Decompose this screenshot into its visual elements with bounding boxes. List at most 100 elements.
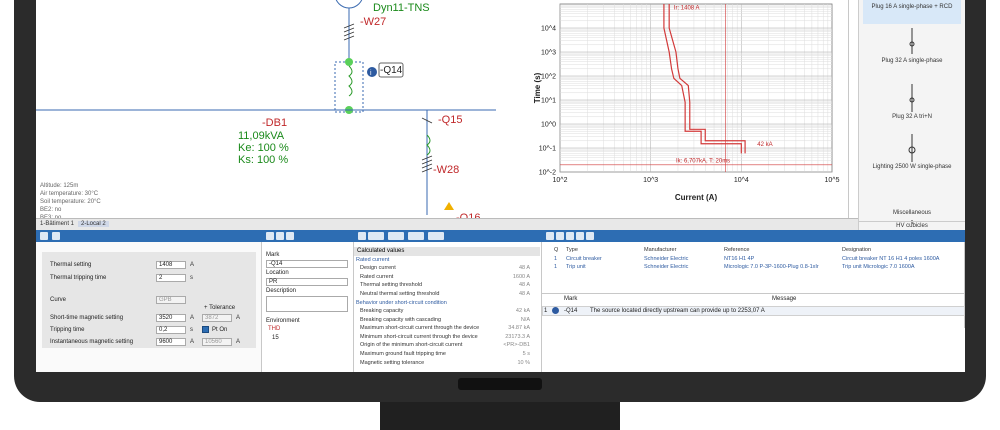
tripping-time-input[interactable]: 0,2 — [156, 326, 186, 334]
sc-row: Minimum short-circuit current through th… — [354, 334, 534, 342]
q14-label[interactable]: -Q14 — [380, 65, 402, 76]
tripping-time-label: Tripping time — [50, 327, 85, 333]
device-cell[interactable]: Trip unit Micrologic 7.0 1600A — [842, 264, 915, 270]
tripping-time-unit: s — [190, 327, 193, 333]
device-cell[interactable]: Schneider Electric — [644, 256, 688, 262]
edit-icon[interactable] — [266, 232, 274, 240]
rated-row: Design current 48 A — [354, 265, 534, 273]
x-tick-label: 10^5 — [825, 177, 840, 184]
rated-value: 48 A — [518, 265, 530, 271]
device-cell[interactable]: Trip unit — [566, 264, 586, 270]
db1-ke: Ke: 100 % — [238, 142, 289, 154]
device-cell[interactable]: NT16 H1 4P — [724, 256, 754, 262]
settings-icon[interactable] — [40, 232, 48, 240]
msg-col-mark: Mark — [564, 296, 578, 302]
device-cell[interactable]: Schneider Electric — [644, 264, 688, 270]
catalog-item-plug16-rcd[interactable]: Plug 16 A single-phase + RCD — [859, 4, 965, 11]
w27-label[interactable]: -W27 — [360, 16, 386, 28]
export-icon[interactable] — [566, 232, 574, 240]
close-icon[interactable] — [286, 232, 294, 240]
col-type: Type — [566, 247, 578, 253]
catalog-item-misc[interactable]: Miscellaneous — [859, 210, 965, 217]
q15-label[interactable]: -Q15 — [438, 114, 462, 126]
tolerance-label: + Tolerance — [204, 305, 236, 311]
y-tick-label: 10^4 — [541, 26, 556, 33]
catalog-item-hv[interactable]: HV cubicles — [859, 221, 965, 230]
col-manufacturer: Manufacturer — [644, 247, 677, 253]
mark-input[interactable]: -Q14 — [266, 260, 348, 268]
db1-label[interactable]: -DB1 — [262, 117, 287, 129]
sc-value: 5 s — [522, 351, 530, 357]
catalog-item-plug32-tri[interactable]: Plug 32 A tri+N — [859, 114, 965, 121]
pin-icon[interactable] — [276, 232, 284, 240]
catalog-item-lighting[interactable]: Lighting 2500 W single-phase — [859, 164, 965, 171]
calc-icon[interactable] — [358, 232, 366, 240]
properties-panel: Mark -Q14 Location PR Description Enviro… — [262, 242, 354, 372]
thd-label: THD — [268, 326, 281, 332]
location-input[interactable]: PR — [266, 278, 348, 286]
view-icon[interactable] — [368, 232, 384, 240]
sc-key: Origin of the minimum short-circuit curr… — [360, 342, 463, 349]
print-icon[interactable] — [576, 232, 584, 240]
short-time-input[interactable]: 3520 — [156, 314, 186, 322]
sc-value: 10 % — [517, 359, 530, 366]
link-icon[interactable] — [556, 232, 564, 240]
msg-row-text: The source located directly upstream can… — [590, 308, 765, 314]
tab-local-2[interactable]: 2-Local 2 — [78, 221, 109, 227]
sc-key: Magnetic setting tolerance — [360, 359, 425, 366]
x-tick-label: 10^4 — [734, 177, 749, 184]
environment-info: Altitude: 125m Air temperature: 30°C Soi… — [40, 182, 101, 222]
symbol-catalog[interactable]: Plug 16 A single-phase + RCD Plug 32 A s… — [858, 0, 965, 232]
sc-row: Breaking capacity with cascading N/A — [354, 317, 534, 325]
delete-icon[interactable] — [586, 232, 594, 240]
device-cell[interactable]: Micrologic 7.0 P-3P-1600-Plug 0.8-1xIr — [724, 264, 819, 270]
settings-toolbar — [36, 230, 262, 242]
db1-ks: Ks: 100 % — [238, 154, 289, 166]
device-cell: 1 — [554, 256, 558, 262]
instantaneous-label: Instantaneous magnetic setting — [50, 339, 134, 345]
catalog-symbols — [908, 28, 916, 224]
sc-value: <PR>-DB1 — [503, 342, 530, 349]
app-screen: i Dyn11-TNS -W27 -Q14 -Q15 -W28 -Q16 -DB… — [36, 0, 965, 372]
y-tick-label: 10^2 — [541, 74, 556, 81]
mark-label: Mark — [266, 252, 280, 258]
description-input[interactable] — [266, 296, 348, 312]
monitor-brand-plate — [458, 378, 542, 390]
messages-panel: Mark Message 1 -Q14 The source located d… — [542, 294, 965, 328]
pt-on-label: Pt On — [212, 327, 228, 333]
curve-input[interactable]: GPB — [156, 296, 186, 304]
transformer-type: Dyn11-TNS — [373, 2, 430, 14]
short-time-label: Short-time magnetic setting — [50, 315, 124, 321]
instantaneous-tol-unit: A — [236, 339, 241, 345]
sc-value: 34.87 kA — [508, 325, 530, 332]
tripping-curve-chart[interactable]: 10^2 10^3 10^4 10^5 10^-2 10^-1 10^0 10^1 10^2 10… — [496, 0, 849, 218]
chart-annotation: 42 kA — [757, 142, 772, 148]
thermal-tripping-label: Thermal tripping time — [50, 275, 107, 281]
filter-icon[interactable] — [388, 232, 404, 240]
schematic-diagram[interactable]: i Dyn11-TNS -W27 -Q14 -Q15 -W28 -Q16 -DB… — [36, 0, 496, 224]
w28-label[interactable]: -W28 — [433, 164, 459, 176]
tree-icon[interactable] — [546, 232, 554, 240]
device-cell[interactable]: Circuit breaker — [566, 256, 602, 262]
pt-on-checkbox[interactable] — [202, 326, 209, 333]
chart-annotation: Ik: 6,707kA, T: 20ms — [676, 158, 730, 164]
y-tick-label: 10^3 — [541, 50, 556, 57]
mark-toolbar — [262, 230, 354, 242]
msg-row-mark: -Q14 — [564, 308, 578, 314]
grid-icon[interactable] — [52, 232, 60, 240]
tab-batiment-1[interactable]: 1-Bâtiment 1 — [40, 221, 74, 227]
instantaneous-tolerance: 10560 — [202, 338, 232, 346]
short-time-tol-unit: A — [236, 315, 241, 321]
devices-toolbar — [542, 230, 965, 242]
bottom-panels: Thermal setting 1408 A Thermal tripping … — [36, 230, 965, 372]
thermal-setting-input[interactable]: 1408 — [156, 261, 186, 269]
col-designation: Designation — [842, 247, 872, 253]
table-icon[interactable] — [428, 232, 444, 240]
device-cell[interactable]: Circuit breaker NT 16 H1 4 poles 1600A — [842, 256, 939, 262]
catalog-item-plug32-single[interactable]: Plug 32 A single-phase — [859, 58, 965, 65]
rated-row: Neutral thermal setting threshold 48 A — [354, 291, 534, 299]
thermal-tripping-input[interactable]: 2 — [156, 274, 186, 282]
list-icon[interactable] — [408, 232, 424, 240]
instantaneous-input[interactable]: 9600 — [156, 338, 186, 346]
x-tick-label: 10^3 — [643, 177, 658, 184]
